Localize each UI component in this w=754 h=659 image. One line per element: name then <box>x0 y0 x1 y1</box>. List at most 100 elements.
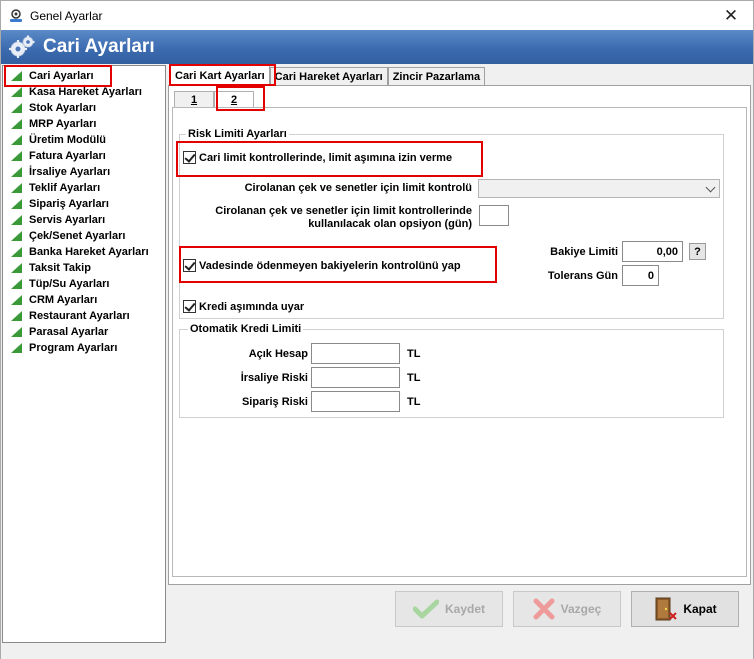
option-days-input[interactable] <box>479 205 509 226</box>
sidebar-item-crm[interactable]: CRM Ayarları <box>3 292 165 308</box>
sidebar-item-label: Kasa Hareket Ayarları <box>29 86 142 98</box>
cancel-button[interactable]: Vazgeç <box>513 591 621 627</box>
option-days-label-line1: Cirolanan çek ve senetler için limit kon… <box>215 205 472 217</box>
tree-node-icon <box>11 103 22 113</box>
close-button[interactable]: Kapat <box>631 591 739 627</box>
credit-warn-checkbox[interactable]: Kredi aşımında uyar <box>183 300 304 313</box>
tree-node-icon <box>11 183 22 193</box>
tree-node-icon <box>11 327 22 337</box>
tree-node-icon <box>11 279 22 289</box>
tree-node-icon <box>11 119 22 129</box>
close-button-label: Kapat <box>683 602 717 616</box>
gears-icon <box>9 35 35 58</box>
tolerance-days-input[interactable]: 0 <box>622 265 659 286</box>
settings-sidebar: Cari Ayarları Kasa Hareket Ayarları Stok… <box>2 65 166 643</box>
balance-limit-help-button[interactable]: ? <box>689 243 706 260</box>
tab-cari-hareket[interactable]: Cari Hareket Ayarları <box>269 67 388 85</box>
sidebar-item-label: Banka Hareket Ayarları <box>29 246 149 258</box>
sidebar-item-tup-su[interactable]: Tüp/Su Ayarları <box>3 276 165 292</box>
settings-window: Genel Ayarlar ✕ Cari Ayarları Cari Ayarl… <box>0 0 754 659</box>
sidebar-item-label: Taksit Takip <box>29 262 91 274</box>
status-bar <box>1 643 753 659</box>
tree-node-icon <box>11 231 22 241</box>
sidebar-item-fatura[interactable]: Fatura Ayarları <box>3 148 165 164</box>
sidebar-item-cari[interactable]: Cari Ayarları <box>3 68 165 84</box>
tree-node-icon <box>11 151 22 161</box>
checkbox-checked-icon <box>183 151 196 164</box>
sidebar-item-program[interactable]: Program Ayarları <box>3 340 165 356</box>
subtab-2[interactable]: 2 <box>214 91 254 107</box>
settings-tabs: Cari Kart Ayarları Cari Hareket Ayarları… <box>170 65 486 85</box>
sidebar-item-label: İrsaliye Ayarları <box>29 166 111 178</box>
risk-limit-group-title: Risk Limiti Ayarları <box>186 128 289 140</box>
checkbox-checked-icon <box>183 259 196 272</box>
sidebar-item-label: Fatura Ayarları <box>29 150 106 162</box>
allow-overlimit-checkbox[interactable]: Cari limit kontrollerinde, limit aşımına… <box>183 151 452 164</box>
waybill-risk-label: İrsaliye Riski <box>240 372 308 384</box>
tree-node-icon <box>11 199 22 209</box>
sidebar-item-label: Üretim Modülü <box>29 134 106 146</box>
sidebar-item-siparis[interactable]: Sipariş Ayarları <box>3 196 165 212</box>
sidebar-item-label: Teklif Ayarları <box>29 182 101 194</box>
sidebar-item-irsaliye[interactable]: İrsaliye Ayarları <box>3 164 165 180</box>
sidebar-item-label: CRM Ayarları <box>29 294 98 306</box>
close-window-icon[interactable]: ✕ <box>709 1 753 30</box>
endorsed-limit-select[interactable] <box>478 179 720 198</box>
sidebar-item-restaurant[interactable]: Restaurant Ayarları <box>3 308 165 324</box>
order-risk-label: Sipariş Riski <box>241 396 308 408</box>
save-button[interactable]: Kaydet <box>395 591 503 627</box>
balance-limit-label: Bakiye Limiti <box>550 246 618 258</box>
sidebar-item-parasal[interactable]: Parasal Ayarlar <box>3 324 165 340</box>
sidebar-item-label: Sipariş Ayarları <box>29 198 109 210</box>
save-button-label: Kaydet <box>444 602 485 616</box>
overdue-check-checkbox[interactable]: Vadesinde ödenmeyen bakiyelerin kontrolü… <box>183 259 461 272</box>
sidebar-item-label: Program Ayarları <box>29 342 118 354</box>
balance-limit-input[interactable]: 0,00 <box>622 241 683 262</box>
sidebar-item-servis[interactable]: Servis Ayarları <box>3 212 165 228</box>
tree-node-icon <box>11 135 22 145</box>
sidebar-item-label: Restaurant Ayarları <box>29 310 130 322</box>
sidebar-item-label: Tüp/Su Ayarları <box>29 278 110 290</box>
credit-warn-label: Kredi aşımında uyar <box>199 300 305 313</box>
tab-zincir-pazarlama[interactable]: Zincir Pazarlama <box>387 67 486 85</box>
subtabs: 1 2 <box>174 91 254 107</box>
tree-node-icon <box>11 263 22 273</box>
endorsed-limit-label: Cirolanan çek ve senetler için limit kon… <box>244 182 472 194</box>
sidebar-item-label: Çek/Senet Ayarları <box>29 230 126 242</box>
checkmark-icon <box>412 599 439 619</box>
waybill-risk-unit: TL <box>407 372 421 384</box>
sidebar-item-cek-senet[interactable]: Çek/Senet Ayarları <box>3 228 165 244</box>
cancel-button-label: Vazgeç <box>560 602 602 616</box>
sidebar-item-label: MRP Ayarları <box>29 118 97 130</box>
order-risk-unit: TL <box>407 396 421 408</box>
sidebar-item-stok[interactable]: Stok Ayarları <box>3 100 165 116</box>
sidebar-item-taksit[interactable]: Taksit Takip <box>3 260 165 276</box>
open-account-input[interactable] <box>311 343 400 364</box>
tree-node-icon <box>11 87 22 97</box>
tree-node-icon <box>11 71 22 81</box>
tree-node-icon <box>11 311 22 321</box>
order-risk-input[interactable] <box>311 391 400 412</box>
tree-node-icon <box>11 295 22 305</box>
sidebar-item-uretim[interactable]: Üretim Modülü <box>3 132 165 148</box>
waybill-risk-input[interactable] <box>311 367 400 388</box>
sidebar-item-teklif[interactable]: Teklif Ayarları <box>3 180 165 196</box>
sidebar-item-banka[interactable]: Banka Hareket Ayarları <box>3 244 165 260</box>
open-account-unit: TL <box>407 348 421 360</box>
app-gear-icon <box>10 8 22 22</box>
tree-node-icon <box>11 343 22 353</box>
tolerance-days-label: Tolerans Gün <box>547 270 618 282</box>
chevron-down-icon <box>705 182 716 193</box>
tab-cari-kart[interactable]: Cari Kart Ayarları <box>170 65 270 85</box>
tree-node-icon <box>11 215 22 225</box>
option-days-label: Cirolanan çek ve senetler için limit kon… <box>181 205 472 231</box>
banner-title: Cari Ayarları <box>43 36 155 57</box>
auto-credit-group-title: Otomatik Kredi Limiti <box>188 323 304 335</box>
sidebar-item-label: Stok Ayarları <box>29 102 97 114</box>
overdue-check-label: Vadesinde ödenmeyen bakiyelerin kontrolü… <box>199 259 461 272</box>
subtab-1[interactable]: 1 <box>174 91 214 107</box>
sidebar-item-kasa[interactable]: Kasa Hareket Ayarları <box>3 84 165 100</box>
sidebar-item-mrp[interactable]: MRP Ayarları <box>3 116 165 132</box>
checkbox-checked-icon <box>183 300 196 313</box>
tree-node-icon <box>11 167 22 177</box>
